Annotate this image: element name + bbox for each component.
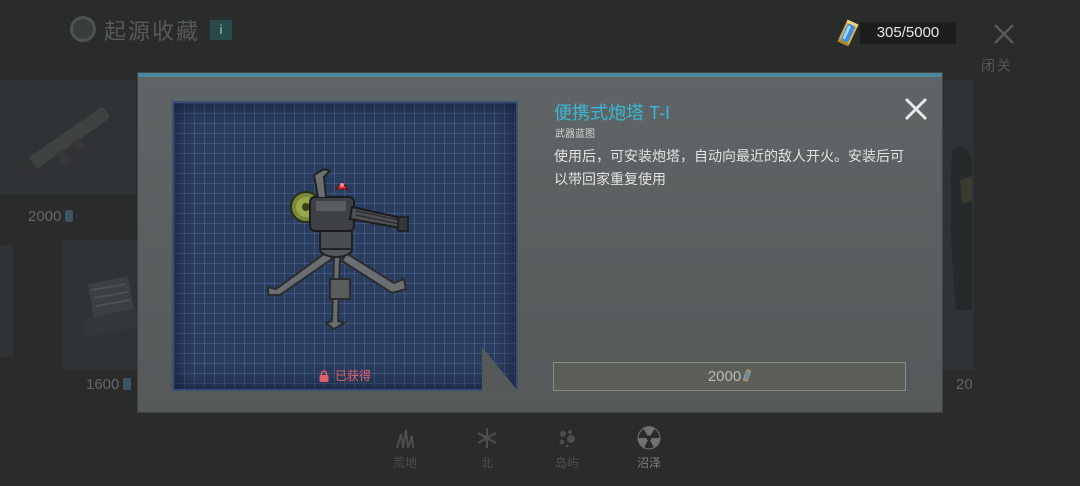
collection-logo-icon: [70, 16, 96, 42]
splash-icon: [559, 430, 575, 448]
snowflake-icon: [477, 428, 497, 448]
capsule-icon: [65, 210, 74, 222]
turret-illustration: [267, 167, 409, 331]
blueprint-preview: 已获得: [172, 101, 518, 391]
close-label[interactable]: 关闭: [980, 58, 1012, 72]
info-button[interactable]: i: [210, 20, 232, 40]
close-icon[interactable]: [990, 20, 1018, 48]
currency-value: 305/5000: [860, 22, 956, 44]
lock-icon: [319, 370, 329, 382]
item-price: 1600: [86, 376, 132, 393]
item-title: 便携式炮塔 T-I: [554, 103, 670, 123]
supply-crate-icon: [82, 276, 138, 338]
item-price: 20: [956, 376, 973, 393]
region-tab-bar: 荒地 北 岛屿 沼泽: [380, 426, 680, 476]
item-price: 2000: [28, 208, 74, 225]
currency-counter: 305/5000: [836, 18, 960, 48]
item-card-left-edge[interactable]: [0, 245, 14, 357]
tab-wasteland[interactable]: 荒地: [380, 426, 430, 476]
rocket-launcher-icon: [20, 107, 110, 176]
capsule-icon: [123, 378, 132, 390]
page-curl: [482, 347, 518, 391]
item-card-crate[interactable]: [62, 240, 138, 370]
item-detail-dialog: 已获得 便携式炮塔 T-I 武器蓝图 使用后，可安装炮塔，自动向最近的敌人开火。…: [138, 73, 942, 412]
acquired-status: 已获得: [319, 367, 371, 384]
character-figure-icon: [950, 146, 972, 310]
item-card-soldier[interactable]: [942, 80, 974, 370]
tab-islands[interactable]: 岛屿: [542, 426, 592, 476]
radiation-icon: [637, 426, 661, 450]
tab-north[interactable]: 北: [462, 426, 512, 476]
grass-icon: [396, 429, 414, 449]
item-description: 使用后，可安装炮塔，自动向最近的敌人开火。安装后可以带回家重复使用: [554, 148, 904, 187]
top-bar: 起源收藏 i 305/5000 关闭: [0, 0, 1080, 72]
tab-swamp[interactable]: 沼泽: [624, 426, 674, 476]
item-card-launcher[interactable]: [0, 80, 136, 195]
page-title: 起源收藏: [104, 19, 201, 44]
purchase-button[interactable]: 2000: [553, 362, 906, 391]
purchase-price: 2000: [707, 368, 742, 385]
item-type: 武器蓝图: [555, 129, 595, 140]
acquired-label: 已获得: [335, 369, 372, 383]
energy-capsule-icon: [743, 369, 752, 382]
energy-capsule-icon: [837, 19, 859, 47]
close-icon[interactable]: [902, 95, 930, 123]
